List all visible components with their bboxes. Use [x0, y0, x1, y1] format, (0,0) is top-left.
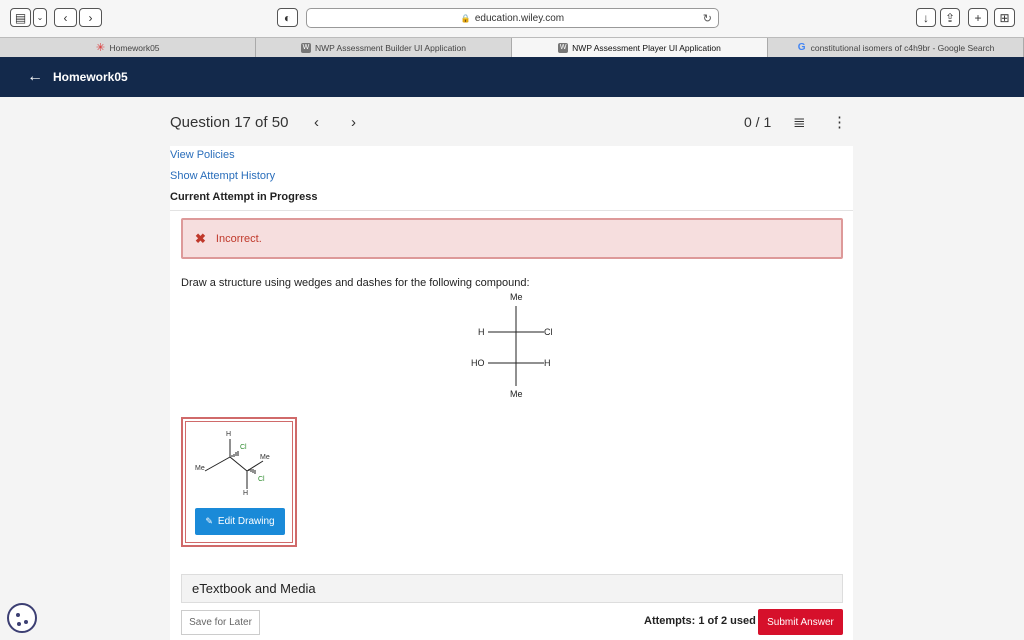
view-policies-link[interactable]: View Policies	[170, 149, 235, 161]
wiley-favicon-icon: ✳	[95, 42, 106, 54]
fischer-projection: Me H Cl HO H Me	[464, 292, 564, 402]
previous-question-icon[interactable]: ‹	[314, 114, 319, 131]
molecule-label-cl-bottom: Cl	[258, 476, 265, 483]
tab-label: constitutional isomers of c4h9br - Googl…	[810, 42, 995, 53]
more-options-icon[interactable]: ⋮	[832, 113, 847, 131]
sidebar-toggle-icon[interactable]: ▤	[10, 8, 31, 27]
tab-assessment-builder[interactable]: W NWP Assessment Builder UI Application	[256, 38, 512, 57]
question-panel: View Policies Show Attempt History Curre…	[170, 146, 853, 640]
tab-label: NWP Assessment Player UI Application	[572, 42, 721, 53]
molecule-label-h-bottom: H	[243, 490, 249, 497]
feedback-text: Incorrect.	[215, 232, 262, 245]
privacy-shield-icon[interactable]: ◐	[277, 8, 298, 27]
edit-drawing-label: Edit Drawing	[217, 516, 275, 527]
app-header: ← Homework05	[0, 57, 1024, 97]
submit-answer-label: Submit Answer	[767, 616, 834, 628]
back-arrow-icon[interactable]: ←	[27, 68, 43, 86]
question-prompt: Draw a structure using wedges and dashes…	[181, 277, 530, 289]
download-icon[interactable]: ↓	[916, 8, 936, 27]
tab-bar: ✳ Homework05 W NWP Assessment Builder UI A…	[0, 37, 1024, 57]
lock-icon: 🔒	[460, 13, 471, 23]
save-for-later-button[interactable]: Save for Later	[181, 610, 260, 635]
fischer-row2-left: HO	[471, 358, 485, 368]
cookie-settings-icon[interactable]	[7, 603, 37, 633]
tab-label: NWP Assessment Builder UI Application	[314, 42, 467, 53]
assignment-title[interactable]: Homework05	[53, 70, 128, 84]
feedback-banner: ✖ Incorrect.	[181, 218, 843, 259]
forward-icon[interactable]: ›	[79, 8, 102, 27]
tab-homework05[interactable]: ✳ Homework05	[0, 38, 256, 57]
back-icon[interactable]: ‹	[54, 8, 77, 27]
answer-drawing-box[interactable]: H Cl Me Me Cl H ✎ Edit Drawing	[181, 417, 297, 547]
divider	[170, 210, 853, 211]
question-score: 0 / 1	[744, 114, 772, 130]
submit-answer-button[interactable]: Submit Answer	[758, 609, 843, 635]
etextbook-label: eTextbook and Media	[192, 581, 316, 596]
new-tab-icon[interactable]: +	[968, 8, 988, 27]
question-header: Question 17 of 50 ‹ › 0 / 1 ≣ ⋮	[170, 112, 853, 136]
pencil-icon: ✎	[205, 516, 213, 526]
fischer-bottom-label: Me	[510, 389, 523, 399]
fischer-row1-left: H	[478, 327, 485, 337]
answer-molecule: H Cl Me Me Cl H	[187, 427, 293, 507]
save-for-later-label: Save for Later	[189, 617, 252, 628]
edit-drawing-button[interactable]: ✎ Edit Drawing	[195, 508, 285, 535]
tab-label: Homework05	[109, 42, 160, 53]
molecule-label-h-top: H	[226, 431, 232, 438]
attempt-status: Current Attempt in Progress	[170, 191, 318, 203]
share-icon[interactable]: ⇪	[940, 8, 960, 27]
attempts-counter: Attempts: 1 of 2 used	[644, 615, 756, 627]
url-text: education.wiley.com	[474, 12, 565, 24]
tab-overview-icon[interactable]: ⊞	[994, 8, 1015, 27]
question-list-icon[interactable]: ≣	[793, 113, 806, 131]
molecule-label-cl-top: Cl	[240, 444, 247, 451]
question-counter: Question 17 of 50	[170, 114, 289, 131]
next-question-icon[interactable]: ›	[351, 114, 356, 131]
molecule-label-me-left: Me	[195, 465, 205, 472]
tab-google-search[interactable]: Gconstitutional isomers of c4h9br - Goog…	[768, 38, 1024, 57]
google-favicon-icon: G	[797, 42, 806, 53]
reload-icon[interactable]: ↻	[703, 12, 712, 25]
browser-toolbar: ▤ ⌄ ‹ › ◐ 🔒 education.wiley.com ↻ ↓ ⇪ + …	[0, 0, 1024, 37]
fischer-lines	[488, 306, 544, 386]
molecule-label-me-right: Me	[260, 454, 270, 461]
fischer-top-label: Me	[510, 292, 523, 302]
show-attempt-history-link[interactable]: Show Attempt History	[170, 170, 275, 182]
address-bar[interactable]: 🔒 education.wiley.com ↻	[306, 8, 719, 28]
w-favicon-icon: W	[300, 42, 311, 53]
tab-assessment-player[interactable]: W NWP Assessment Player UI Application	[512, 38, 768, 57]
error-x-icon: ✖	[195, 230, 206, 246]
etextbook-section[interactable]: eTextbook and Media	[181, 574, 843, 603]
fischer-row2-right: H	[544, 358, 551, 368]
fischer-row1-right: Cl	[544, 327, 553, 337]
sidebar-menu-chevron-icon[interactable]: ⌄	[33, 8, 47, 27]
w-favicon-icon: W	[558, 42, 569, 53]
